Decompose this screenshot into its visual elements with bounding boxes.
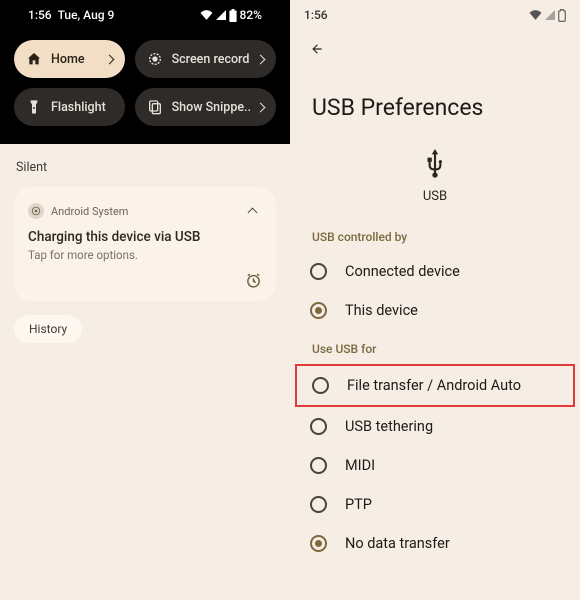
radio-label: No data transfer: [345, 535, 450, 552]
screen-record-icon: [147, 51, 163, 67]
usb-label: USB: [290, 189, 580, 204]
arrow-left-icon: [310, 42, 324, 56]
radio-no-data-transfer[interactable]: No data transfer: [290, 524, 580, 563]
notification-card[interactable]: Android System Charging this device via …: [14, 187, 276, 301]
qs-tile-snippet[interactable]: Show Snippe..: [135, 88, 276, 126]
radio-label: USB tethering: [345, 418, 433, 435]
qs-tile-screen-record[interactable]: Screen record: [135, 40, 276, 78]
battery-icon: [558, 9, 566, 22]
radio-usb-tethering[interactable]: USB tethering: [290, 407, 580, 446]
radio-connected-device[interactable]: Connected device: [290, 252, 580, 291]
qs-label: Screen record: [172, 52, 251, 67]
notification-shade-panel: 1:56 Tue, Aug 9 82% Home Screen record: [0, 0, 290, 600]
usb-icon: [422, 149, 448, 179]
collapse-button[interactable]: [242, 201, 262, 221]
history-label: History: [29, 322, 67, 336]
notif-app-name: Android System: [51, 205, 235, 218]
wifi-icon: [200, 10, 213, 20]
notif-footer: [28, 272, 262, 289]
status-time: 1:56: [304, 8, 328, 22]
back-button[interactable]: [304, 36, 330, 62]
flashlight-icon: [26, 99, 42, 115]
chevron-right-icon: [256, 102, 266, 112]
radio-label: PTP: [345, 496, 372, 513]
silent-header: Silent: [14, 156, 276, 187]
notif-header: Android System: [28, 201, 262, 221]
signal-icon: [216, 10, 226, 20]
qs-label: Flashlight: [51, 100, 113, 115]
status-right: [529, 9, 566, 22]
notification-list: Silent Android System Charging this devi…: [0, 144, 290, 600]
qs-tile-flashlight[interactable]: Flashlight: [14, 88, 125, 126]
usb-preferences-panel: 1:56 USB Preferences USB USB controlled …: [290, 0, 580, 600]
history-button[interactable]: History: [14, 315, 82, 343]
radio-label: Connected device: [345, 263, 460, 280]
radio-label: File transfer / Android Auto: [347, 377, 521, 394]
signal-icon: [545, 10, 555, 20]
qs-tile-home[interactable]: Home: [14, 40, 125, 78]
usb-block: USB: [290, 143, 580, 224]
battery-icon: [229, 9, 237, 22]
wifi-icon: [529, 10, 542, 20]
chevron-up-icon: [247, 208, 257, 218]
radio-icon: [310, 496, 327, 513]
qs-label: Home: [51, 52, 100, 67]
radio-label: MIDI: [345, 457, 375, 474]
home-icon: [26, 51, 42, 67]
back-row: [290, 30, 580, 66]
radio-this-device[interactable]: This device: [290, 291, 580, 330]
radio-icon: [310, 418, 327, 435]
radio-icon: [310, 457, 327, 474]
android-system-icon: [28, 203, 44, 219]
radio-selected-icon: [310, 535, 327, 552]
notif-subtitle: Tap for more options.: [28, 248, 262, 262]
radio-label: This device: [345, 302, 418, 319]
status-time-date: 1:56 Tue, Aug 9: [28, 8, 114, 22]
chevron-right-icon: [104, 54, 114, 64]
notif-title: Charging this device via USB: [28, 229, 262, 245]
status-bar: 1:56 Tue, Aug 9 82%: [14, 0, 276, 30]
section-use-usb-for: Use USB for: [290, 336, 580, 364]
quick-settings-area: 1:56 Tue, Aug 9 82% Home Screen record: [0, 0, 290, 144]
status-right: 82%: [200, 8, 262, 22]
qs-grid: Home Screen record Flashlight Show Snipp…: [14, 40, 276, 126]
battery-percent: 82%: [240, 8, 262, 22]
radio-ptp[interactable]: PTP: [290, 485, 580, 524]
radio-file-transfer[interactable]: File transfer / Android Auto: [295, 364, 575, 407]
snippet-icon: [147, 99, 163, 115]
section-controlled-by: USB controlled by: [290, 224, 580, 252]
radio-icon: [310, 263, 327, 280]
status-bar: 1:56: [290, 0, 580, 30]
radio-midi[interactable]: MIDI: [290, 446, 580, 485]
chevron-right-icon: [256, 54, 266, 64]
radio-selected-icon: [310, 302, 327, 319]
qs-label: Show Snippe..: [172, 100, 251, 115]
page-title: USB Preferences: [290, 66, 580, 143]
radio-icon: [312, 377, 329, 394]
alarm-icon[interactable]: [245, 272, 262, 289]
